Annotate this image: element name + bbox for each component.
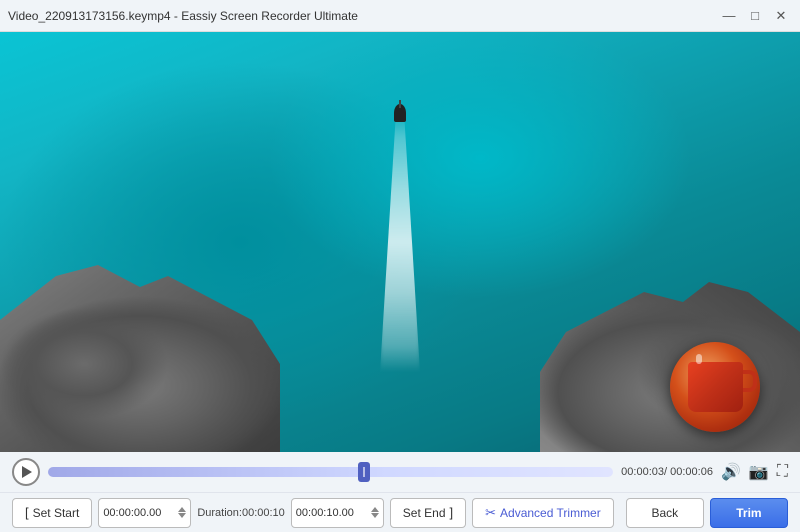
start-time-down[interactable] (178, 513, 186, 518)
close-button[interactable]: ✕ (770, 5, 792, 27)
timeline-track[interactable] (48, 467, 613, 477)
set-end-button[interactable]: Set End ] (390, 498, 466, 528)
start-time-up[interactable] (178, 507, 186, 512)
controls-area: 00:00:03/ 00:00:06 🔊 📷 ⛶ [ Set Start 00:… (0, 452, 800, 532)
end-time-up[interactable] (371, 507, 379, 512)
title-bar-controls: — □ ✕ (718, 5, 792, 27)
start-time-input[interactable]: 00:00:00.00 (98, 498, 191, 528)
mug-steam (696, 354, 702, 364)
buttons-row: [ Set Start 00:00:00.00 Duration:00:00:1… (0, 492, 800, 532)
start-time-value: 00:00:00.00 (103, 507, 176, 519)
bracket-left-icon: [ (25, 505, 29, 520)
title-bar: Video_220913173156.keymp4 - Eassiy Scree… (0, 0, 800, 32)
set-start-label: Set Start (33, 506, 80, 520)
fullscreen-icon[interactable]: ⛶ (777, 463, 788, 481)
bracket-right-icon: ] (450, 505, 454, 520)
set-start-button[interactable]: [ Set Start (12, 498, 92, 528)
advanced-label: Advanced Trimmer (500, 506, 601, 520)
mug-handle (743, 370, 757, 392)
camera-icon[interactable]: 📷 (749, 462, 769, 482)
mug-overlay (670, 342, 760, 432)
duration-label: Duration:00:00:10 (197, 507, 284, 519)
timeline-thumb[interactable] (358, 462, 370, 482)
end-time-input[interactable]: 00:00:10.00 (291, 498, 384, 528)
end-time-arrows (371, 507, 379, 518)
back-button[interactable]: Back (626, 498, 704, 528)
timeline-row: 00:00:03/ 00:00:06 🔊 📷 ⛶ (0, 452, 800, 492)
play-icon (22, 466, 32, 478)
current-time: 00:00:03 (621, 466, 664, 478)
time-sep: / (664, 466, 667, 478)
time-display: 00:00:03/ 00:00:06 (621, 466, 713, 478)
total-time: 00:00:06 (670, 466, 713, 478)
end-time-value: 00:00:10.00 (296, 507, 369, 519)
maximize-button[interactable]: □ (744, 5, 766, 27)
scissors-icon: ✂ (485, 505, 496, 521)
start-time-arrows (178, 507, 186, 518)
minimize-button[interactable]: — (718, 5, 740, 27)
set-end-label: Set End (403, 506, 446, 520)
trim-button[interactable]: Trim (710, 498, 788, 528)
boat (394, 104, 406, 122)
end-time-down[interactable] (371, 513, 379, 518)
advanced-trimmer-button[interactable]: ✂ Advanced Trimmer (472, 498, 614, 528)
title-bar-text: Video_220913173156.keymp4 - Eassiy Scree… (8, 9, 718, 23)
video-area (0, 32, 800, 452)
play-button[interactable] (12, 458, 40, 486)
mug-shape (688, 362, 743, 412)
volume-icon[interactable]: 🔊 (721, 462, 741, 482)
